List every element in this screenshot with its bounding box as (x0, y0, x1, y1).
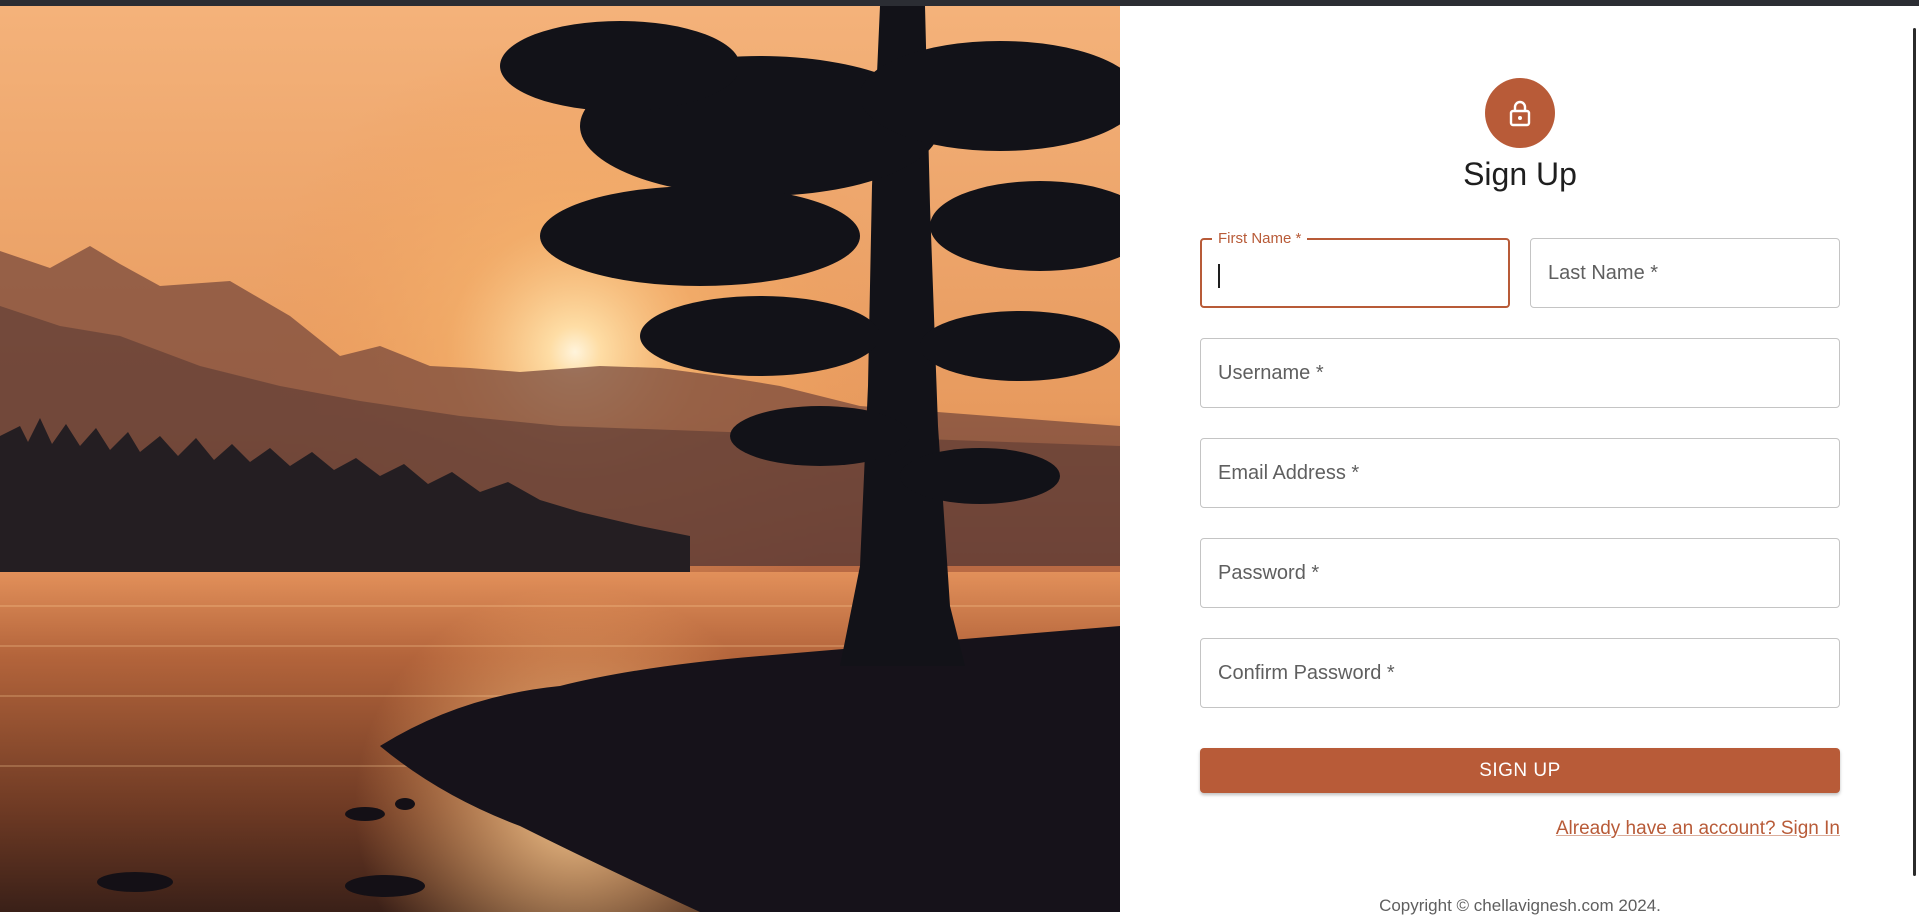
scrollbar-thumb[interactable] (1913, 28, 1916, 876)
password-field[interactable]: Password * (1200, 538, 1840, 608)
copyright-text: Copyright © chellavignesh.com 2024. (1379, 896, 1661, 915)
first-name-field[interactable]: First Name * (1200, 230, 1510, 308)
username-label: Username * (1218, 362, 1324, 384)
sign-in-link[interactable]: Already have an account? Sign In (1556, 818, 1840, 840)
first-name-label: First Name * (1212, 230, 1308, 248)
lock-avatar (1485, 78, 1555, 148)
email-label: Email Address * (1218, 462, 1360, 484)
scrollbar[interactable] (1907, 6, 1919, 912)
confirm-password-field[interactable]: Confirm Password * (1200, 638, 1840, 708)
page-title: Sign Up (1463, 156, 1577, 192)
sign-up-button[interactable]: SIGN UP (1200, 748, 1840, 793)
username-field[interactable]: Username * (1200, 338, 1840, 408)
password-label: Password * (1218, 562, 1320, 584)
text-caret (1218, 264, 1220, 288)
confirm-password-label: Confirm Password * (1218, 662, 1395, 684)
last-name-label: Last Name * (1548, 262, 1659, 284)
lock-icon (1509, 100, 1531, 127)
email-field[interactable]: Email Address * (1200, 438, 1840, 508)
hero-image (0, 6, 1120, 912)
last-name-field[interactable]: Last Name * (1530, 238, 1840, 308)
